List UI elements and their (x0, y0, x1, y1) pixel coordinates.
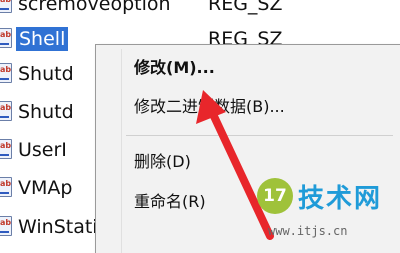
reg-string-icon (0, 101, 12, 121)
watermark-url: www.itjs.cn (268, 224, 348, 238)
watermark-logo: 17 (257, 178, 293, 214)
menu-item-modify-binary[interactable]: 修改二进制数据(B)... (134, 96, 285, 118)
menu-separator (126, 135, 393, 136)
reg-string-icon (0, 139, 12, 159)
watermark: 17 技术网 www.itjs.cn (252, 174, 400, 252)
menu-item-delete[interactable]: 删除(D) (134, 151, 191, 173)
registry-value-name: Shell (16, 27, 69, 51)
reg-string-icon (0, 63, 12, 83)
watermark-brand: 技术网 (298, 184, 383, 214)
reg-string-icon (0, 177, 12, 197)
registry-value-type: REG_SZ (208, 0, 283, 15)
reg-string-icon (0, 216, 12, 236)
registry-row-scremoveoption[interactable]: scremoveoption REG_SZ (0, 0, 400, 20)
reg-string-icon (0, 28, 12, 48)
registry-value-name: VMAp (18, 177, 73, 199)
registry-value-name: UserI (18, 139, 67, 161)
registry-value-name: Shutd (18, 63, 74, 85)
menu-item-rename[interactable]: 重命名(R) (134, 191, 206, 213)
menu-item-modify[interactable]: 修改(M)... (134, 57, 215, 79)
registry-value-name: scremoveoption (18, 0, 171, 15)
reg-string-icon (0, 0, 12, 13)
registry-value-name: Shutd (18, 101, 74, 123)
menu-gutter (121, 49, 122, 253)
